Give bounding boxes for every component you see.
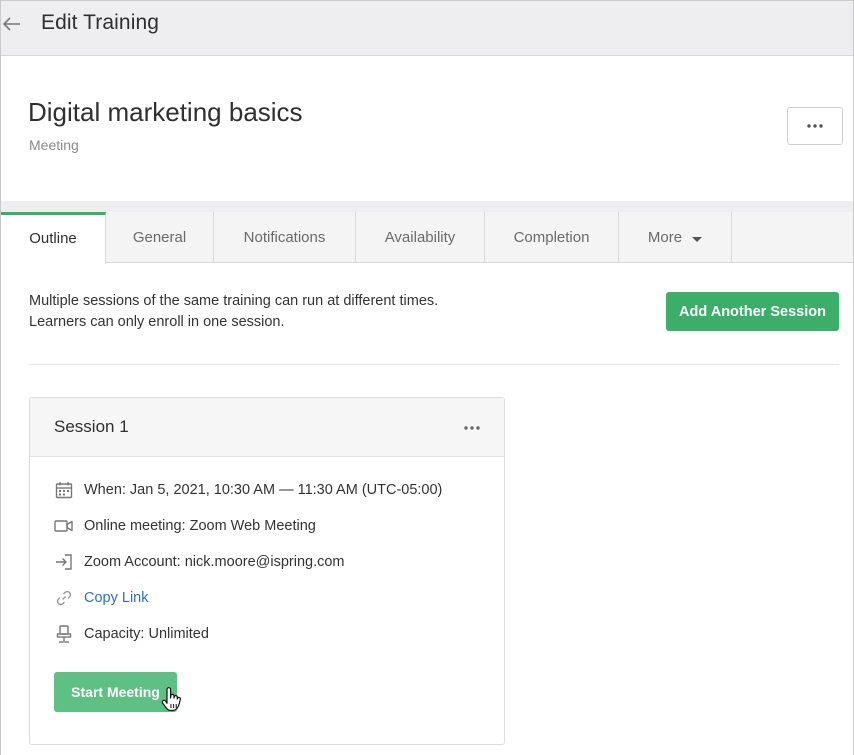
tab-more[interactable]: More [619, 212, 732, 263]
training-type: Meeting [29, 137, 79, 153]
session-copy-link[interactable]: Copy Link [54, 587, 148, 609]
tab-availability[interactable]: Availability [356, 212, 485, 263]
divider [29, 364, 839, 365]
session-card: Session 1 When: Jan 5, 2021, 10:30 AM — … [29, 397, 505, 745]
sessions-description: Multiple sessions of the same training c… [29, 291, 589, 333]
tab-general[interactable]: General [106, 212, 214, 263]
tab-label: Completion [513, 229, 590, 246]
tab-outline[interactable]: Outline [1, 212, 106, 264]
calendar-icon [54, 480, 74, 500]
training-header: Digital marketing basics Meeting [1, 56, 853, 201]
zoom-account-text: Zoom Account: nick.moore@ispring.com [84, 554, 345, 570]
app-window: Edit Training Digital marketing basics M… [0, 0, 854, 755]
sign-in-icon [54, 552, 74, 572]
chair-icon [54, 624, 74, 644]
capacity-text: Capacity: Unlimited [84, 626, 209, 642]
link-icon [54, 588, 74, 608]
arrow-left-icon [3, 17, 20, 31]
session-menu-button[interactable] [458, 418, 486, 438]
video-camera-icon [54, 516, 74, 536]
tab-label: Outline [29, 229, 77, 247]
tab-completion[interactable]: Completion [485, 212, 619, 263]
top-bar: Edit Training [1, 1, 853, 56]
tab-bar: Outline General Notifications Availabili… [1, 212, 853, 264]
session-online-meeting: Online meeting: Zoom Web Meeting [54, 515, 316, 537]
online-meeting-text: Online meeting: Zoom Web Meeting [84, 518, 316, 534]
tab-label: General [132, 229, 187, 246]
page-title: Edit Training [41, 11, 160, 34]
add-another-session-button[interactable]: Add Another Session [666, 292, 839, 331]
session-capacity: Capacity: Unlimited [54, 623, 209, 645]
ellipsis-icon [807, 124, 823, 128]
back-button[interactable] [1, 13, 23, 35]
training-more-button[interactable] [787, 107, 843, 145]
copy-link[interactable]: Copy Link [84, 590, 148, 606]
tab-label: Availability [384, 229, 456, 246]
session-header: Session 1 [30, 398, 504, 457]
caret-down-icon [692, 236, 703, 242]
session-when: When: Jan 5, 2021, 10:30 AM — 11:30 AM (… [54, 479, 442, 501]
hand-cursor-icon [161, 687, 181, 712]
tab-label: Notifications [243, 229, 326, 246]
session-zoom-account: Zoom Account: nick.moore@ispring.com [54, 551, 345, 573]
training-title: Digital marketing basics [28, 97, 303, 127]
start-meeting-button[interactable]: Start Meeting [54, 672, 177, 712]
session-when-text: When: Jan 5, 2021, 10:30 AM — 11:30 AM (… [84, 482, 443, 498]
tab-notifications[interactable]: Notifications [214, 212, 356, 263]
ellipsis-icon [464, 426, 480, 430]
session-title: Session 1 [54, 417, 129, 436]
header-band [1, 201, 853, 212]
description-line: Multiple sessions of the same training c… [29, 293, 439, 309]
tab-label: More [647, 229, 683, 246]
description-line: Learners can only enroll in one session. [29, 314, 285, 330]
